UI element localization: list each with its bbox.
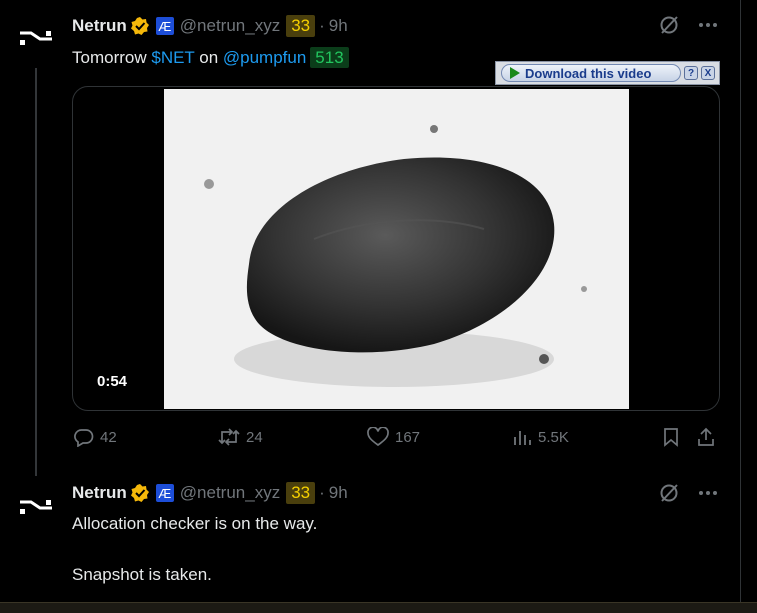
separator: · bbox=[319, 483, 325, 502]
avatar-logo bbox=[20, 31, 52, 45]
avatar-logo bbox=[20, 500, 52, 514]
tweet-header: Netrun Æ @netrun_xyz 33 · 9h bbox=[72, 481, 348, 505]
timestamp[interactable]: 9h bbox=[329, 16, 348, 36]
like-icon bbox=[367, 427, 389, 447]
tweet-text: Tomorrow $NET on @pumpfun 513 bbox=[72, 47, 349, 68]
view-count: 5.5K bbox=[538, 428, 569, 446]
ae-badge: Æ bbox=[155, 484, 174, 502]
column-border bbox=[740, 0, 741, 612]
reply-count: 42 bbox=[100, 428, 117, 446]
author-handle[interactable]: @netrun_xyz bbox=[180, 483, 280, 503]
text-segment: Tomorrow bbox=[72, 48, 152, 67]
cashtag-link[interactable]: $NET bbox=[151, 48, 194, 67]
retweet-count: 24 bbox=[246, 428, 263, 446]
views-button[interactable]: 5.5K bbox=[512, 427, 569, 447]
tweet-header: Netrun Æ @netrun_xyz 33 · 9h bbox=[72, 14, 348, 38]
verified-icon bbox=[130, 16, 150, 36]
mention-badge: 513 bbox=[310, 47, 349, 68]
share-button[interactable] bbox=[696, 427, 716, 447]
download-label: Download this video bbox=[525, 65, 652, 81]
download-video-button[interactable]: Download this video bbox=[501, 64, 681, 82]
more-icon[interactable] bbox=[698, 483, 718, 508]
retweet-button[interactable]: 24 bbox=[218, 427, 263, 447]
author-name[interactable]: Netrun bbox=[72, 483, 127, 503]
like-count: 167 bbox=[395, 428, 421, 446]
mention-link[interactable]: @pumpfun bbox=[223, 48, 306, 67]
like-button[interactable]: 167 bbox=[367, 427, 420, 447]
video-frame[interactable] bbox=[164, 89, 629, 409]
grok-icon[interactable] bbox=[658, 482, 680, 509]
more-icon[interactable] bbox=[698, 15, 718, 40]
video-duration: 0:54 bbox=[97, 373, 128, 390]
tweet-text-line-1: Allocation checker is on the way. bbox=[72, 514, 318, 533]
bookmark-icon bbox=[664, 428, 678, 447]
play-icon bbox=[510, 67, 520, 79]
retweet-icon bbox=[218, 428, 240, 446]
thread-line bbox=[35, 68, 37, 476]
reply-icon bbox=[74, 429, 94, 447]
tweet-text-line-2: Snapshot is taken. bbox=[72, 565, 212, 584]
bookmark-button[interactable] bbox=[662, 427, 680, 447]
tweet-2[interactable]: Netrun Æ @netrun_xyz 33 · 9h Allocation … bbox=[0, 478, 740, 602]
score-badge: 33 bbox=[286, 482, 316, 504]
video-still bbox=[164, 89, 629, 409]
author-handle[interactable]: @netrun_xyz bbox=[180, 16, 280, 36]
close-button[interactable]: X bbox=[701, 66, 715, 80]
avatar[interactable] bbox=[16, 486, 56, 526]
video-player[interactable]: 0:54 bbox=[72, 86, 720, 411]
grok-icon[interactable] bbox=[658, 14, 680, 41]
separator: · bbox=[319, 16, 325, 35]
tweet-1[interactable]: Netrun Æ @netrun_xyz 33 · 9h Tomorrow $N… bbox=[0, 0, 740, 478]
text-segment: on bbox=[194, 48, 223, 67]
download-toolbar: Download this video ? X bbox=[495, 61, 720, 85]
bottom-bar bbox=[0, 602, 757, 613]
verified-icon bbox=[130, 483, 150, 503]
score-badge: 33 bbox=[286, 15, 316, 37]
ae-badge: Æ bbox=[155, 17, 174, 35]
timestamp[interactable]: 9h bbox=[329, 483, 348, 503]
share-icon bbox=[698, 427, 714, 446]
help-button[interactable]: ? bbox=[684, 66, 698, 80]
tweet-actions: 42 24 167 5.5K bbox=[72, 427, 720, 451]
reply-button[interactable]: 42 bbox=[74, 427, 117, 447]
views-icon bbox=[514, 431, 531, 445]
tweet-top-icons bbox=[658, 14, 718, 41]
tweet-top-icons bbox=[658, 482, 718, 509]
avatar[interactable] bbox=[16, 17, 56, 57]
author-name[interactable]: Netrun bbox=[72, 16, 127, 36]
